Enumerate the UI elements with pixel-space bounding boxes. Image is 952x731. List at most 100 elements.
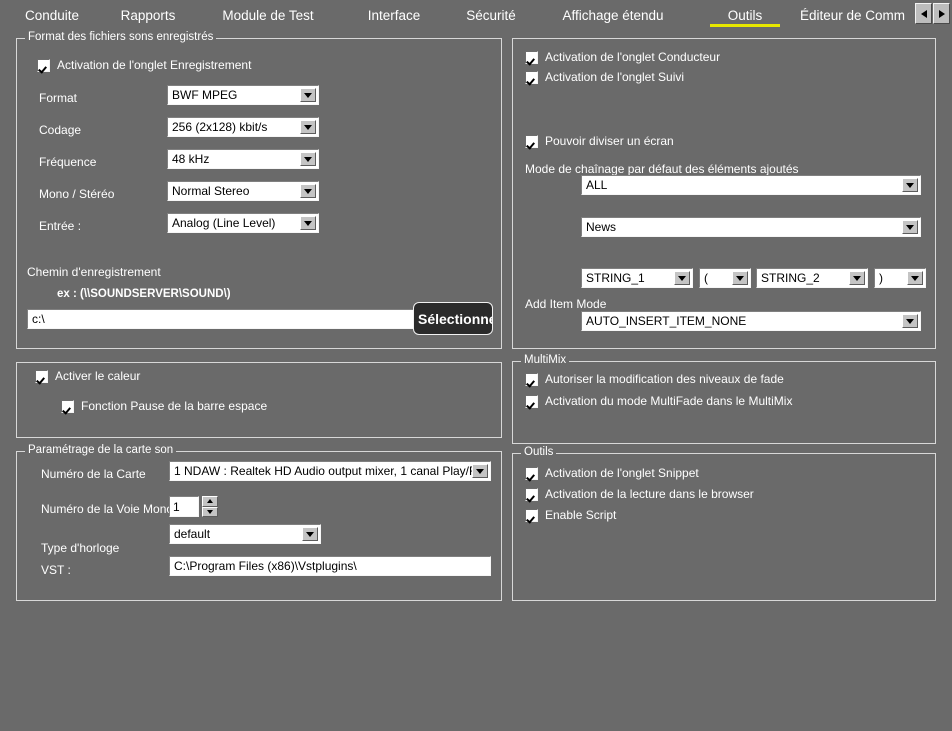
mono-stereo-dropdown[interactable]: Normal Stereo: [167, 181, 319, 201]
string-1-dropdown[interactable]: STRING_1: [581, 268, 693, 288]
chevron-down-icon[interactable]: [472, 464, 488, 478]
tab-label: Rapports: [120, 7, 176, 23]
category-dropdown[interactable]: News: [581, 217, 921, 237]
recording-path-label: Chemin d'enregistrement: [27, 265, 161, 279]
add-item-mode-dropdown[interactable]: AUTO_INSERT_ITEM_NONE: [581, 311, 921, 331]
enable-snippet-tab-checkbox[interactable]: Activation de l'onglet Snippet: [525, 466, 699, 480]
tab-bar: Conduite Rapports Module de Test Interfa…: [0, 0, 952, 30]
stepper-buttons[interactable]: [202, 496, 218, 517]
clock-type-label: Type d'horloge: [41, 541, 120, 555]
enable-browser-playback-checkbox[interactable]: Activation de la lecture dans le browser: [525, 487, 754, 501]
enable-multifade-mode-checkbox[interactable]: Activation du mode MultiFade dans le Mul…: [525, 394, 792, 408]
chevron-down-icon[interactable]: [302, 527, 318, 541]
mono-stereo-label: Mono / Stéréo: [39, 187, 115, 201]
tab-scroll-left-button[interactable]: [915, 3, 932, 24]
tab-label: Interface: [367, 7, 421, 23]
mono-channel-value[interactable]: 1: [169, 496, 199, 517]
chevron-down-icon[interactable]: [849, 271, 865, 285]
open-paren-dropdown[interactable]: (: [699, 268, 751, 288]
tab-affichage-etendu[interactable]: Affichage étendu: [538, 0, 688, 30]
checkbox-label: Activation de l'onglet Snippet: [545, 466, 699, 480]
tab-scroll-right-button[interactable]: [933, 3, 950, 24]
enable-conducteur-tab-checkbox[interactable]: Activation de l'onglet Conducteur: [525, 50, 720, 64]
multimix-group: MultiMix Autoriser la modification des n…: [512, 354, 936, 444]
checkbox-icon[interactable]: [525, 372, 538, 386]
checkbox-icon[interactable]: [525, 466, 538, 480]
tabs-and-chain-panel: Activation de l'onglet Conducteur Activa…: [512, 38, 936, 349]
tab-editeur-de-commande[interactable]: Éditeur de Comm: [800, 0, 918, 30]
spacebar-pause-checkbox[interactable]: Fonction Pause de la barre espace: [61, 399, 267, 413]
tab-rapports[interactable]: Rapports: [104, 0, 192, 30]
chevron-down-icon[interactable]: [300, 152, 316, 166]
chevron-down-icon[interactable]: [300, 88, 316, 102]
enable-script-checkbox[interactable]: Enable Script: [525, 508, 616, 522]
checkbox-icon[interactable]: [37, 58, 50, 72]
checkbox-icon[interactable]: [525, 394, 538, 408]
triangle-right-icon: [938, 9, 945, 18]
vst-path-input[interactable]: C:\Program Files (x86)\Vstplugins\: [169, 556, 491, 576]
clock-type-dropdown[interactable]: default: [169, 524, 321, 544]
chevron-down-icon[interactable]: [902, 178, 918, 192]
group-title: Outils: [521, 446, 557, 458]
tab-module-de-test[interactable]: Module de Test: [198, 0, 338, 30]
tab-securite[interactable]: Sécurité: [446, 0, 536, 30]
mono-stereo-dropdown-value: Normal Stereo: [172, 184, 250, 198]
tab-interface[interactable]: Interface: [344, 0, 444, 30]
close-paren-dropdown-value: ): [879, 271, 883, 285]
group-title: Format des fichiers sons enregistrés: [25, 31, 217, 43]
card-number-dropdown-value: 1 NDAW : Realtek HD Audio output mixer, …: [174, 464, 472, 478]
chevron-down-icon[interactable]: [902, 314, 918, 328]
enable-recording-tab-checkbox[interactable]: Activation de l'onglet Enregistrement: [37, 58, 251, 72]
checkbox-icon[interactable]: [61, 399, 74, 413]
string-1-dropdown-value: STRING_1: [586, 271, 645, 285]
enable-suivi-tab-checkbox[interactable]: Activation de l'onglet Suivi: [525, 70, 684, 84]
chain-mode-dropdown[interactable]: ALL: [581, 175, 921, 195]
checkbox-label: Activation de la lecture dans le browser: [545, 487, 754, 501]
checkbox-icon[interactable]: [525, 508, 538, 522]
entree-label: Entrée :: [39, 219, 82, 233]
allow-fade-level-edit-checkbox[interactable]: Autoriser la modification des niveaux de…: [525, 372, 784, 386]
checkbox-label: Autoriser la modification des niveaux de…: [545, 372, 784, 386]
chevron-down-icon[interactable]: [907, 271, 923, 285]
group-title: MultiMix: [521, 354, 570, 366]
outils-group: Outils Activation de l'onglet Snippet Ac…: [512, 446, 936, 601]
chevron-down-icon[interactable]: [300, 184, 316, 198]
category-dropdown-value: News: [586, 220, 617, 234]
tab-label: Sécurité: [466, 7, 516, 23]
checkbox-label: Enable Script: [545, 508, 617, 522]
checkbox-label: Activer le caleur: [55, 369, 141, 383]
checkbox-icon[interactable]: [525, 50, 538, 64]
stepper-up-icon[interactable]: [202, 496, 218, 507]
soundcard-group: Paramétrage de la carte son Numéro de la…: [16, 444, 502, 601]
codage-dropdown[interactable]: 256 (2x128) kbit/s: [167, 117, 319, 137]
chevron-down-icon[interactable]: [300, 120, 316, 134]
select-path-button[interactable]: Sélectionner: [413, 302, 493, 335]
stepper-down-icon[interactable]: [202, 506, 218, 517]
card-number-label: Numéro de la Carte: [41, 467, 146, 481]
tab-conduite[interactable]: Conduite: [8, 0, 96, 30]
entree-dropdown[interactable]: Analog (Line Level): [167, 213, 319, 233]
close-paren-dropdown[interactable]: ): [874, 268, 926, 288]
caleur-panel: Activer le caleur Fonction Pause de la b…: [16, 362, 502, 438]
codage-dropdown-value: 256 (2x128) kbit/s: [172, 120, 268, 134]
split-screen-checkbox[interactable]: Pouvoir diviser un écran: [525, 134, 674, 148]
group-title: Paramétrage de la carte son: [25, 444, 177, 456]
chevron-down-icon[interactable]: [674, 271, 690, 285]
card-number-dropdown[interactable]: 1 NDAW : Realtek HD Audio output mixer, …: [169, 461, 491, 481]
frequence-dropdown[interactable]: 48 kHz: [167, 149, 319, 169]
tab-label: Conduite: [24, 7, 80, 23]
checkbox-icon[interactable]: [35, 369, 48, 383]
format-dropdown[interactable]: BWF MPEG: [167, 85, 319, 105]
checkbox-icon[interactable]: [525, 487, 538, 501]
enable-caleur-checkbox[interactable]: Activer le caleur: [35, 369, 140, 383]
checkbox-icon[interactable]: [525, 70, 538, 84]
chevron-down-icon[interactable]: [902, 220, 918, 234]
mono-channel-stepper[interactable]: 1: [169, 496, 218, 517]
tab-outils[interactable]: Outils: [708, 0, 782, 30]
checkbox-icon[interactable]: [525, 134, 538, 148]
checkbox-label: Activation du mode MultiFade dans le Mul…: [545, 394, 793, 408]
tab-label: Affichage étendu: [562, 7, 664, 23]
chevron-down-icon[interactable]: [300, 216, 316, 230]
chevron-down-icon[interactable]: [732, 271, 748, 285]
string-2-dropdown[interactable]: STRING_2: [756, 268, 868, 288]
